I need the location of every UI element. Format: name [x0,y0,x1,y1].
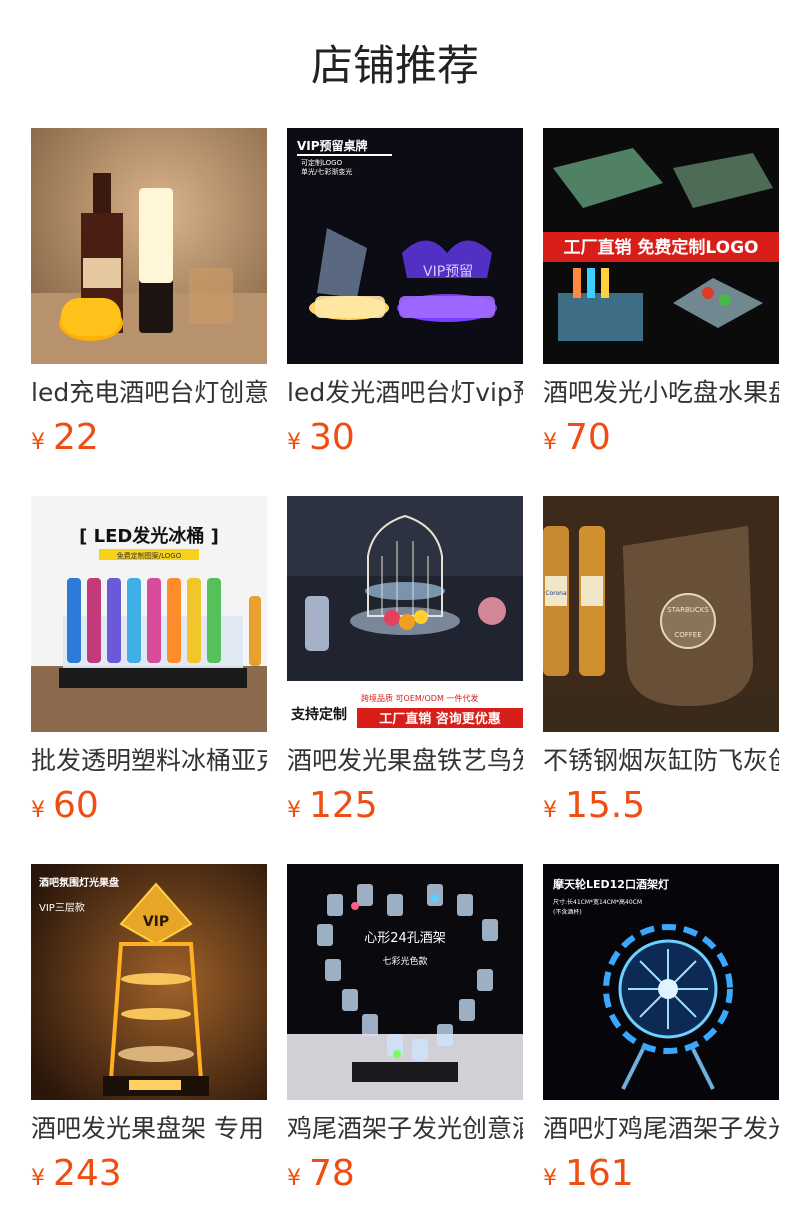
overlay-text: VIP预留 [423,264,473,280]
price-value: 30 [309,417,355,458]
price-value: 60 [53,785,99,826]
product-price: ¥125 [287,782,523,836]
overlay-text: VIP预留桌牌 [297,138,368,153]
currency-symbol: ¥ [31,1166,45,1191]
product-image[interactable]: 心形24孔酒架 七彩光色款 [287,864,523,1100]
currency-symbol: ¥ [543,1166,557,1191]
price-value: 125 [309,785,378,826]
product-card[interactable]: 酒吧氛围灯光果盘 VIP三层款 VIP 酒吧发光果盘架 专用 ¥243 [31,864,267,1204]
product-image[interactable]: Corona STARBUCKS COFFEE [543,496,779,732]
overlay-text: 摩天轮LED12口酒架灯 [553,877,669,891]
product-name[interactable]: 酒吧发光果盘铁艺鸟笼 [287,744,523,778]
product-image[interactable]: 支持定制 跨境品质 可OEM/ODM 一件代发 工厂直销 咨询更优惠 [287,496,523,732]
price-value: 15.5 [565,785,646,826]
product-name[interactable]: led充电酒吧台灯创意 [31,376,267,410]
price-value: 70 [565,417,611,458]
product-image[interactable]: [ LED发光冰桶 ] 免费定制图案/LOGO [31,496,267,732]
product-price: ¥78 [287,1150,523,1204]
product-image[interactable] [31,128,267,364]
product-price: ¥161 [543,1150,779,1204]
product-card[interactable]: 心形24孔酒架 七彩光色款 鸡尾酒架子发光创意酒 ¥78 [287,864,523,1204]
product-image[interactable]: 摩天轮LED12口酒架灯 尺寸:长41CM*宽14CM*高40CM (不含酒杯) [543,864,779,1100]
overlay-text: 七彩光色款 [382,955,427,967]
product-name[interactable]: 酒吧灯鸡尾酒架子发光 [543,1112,779,1146]
currency-symbol: ¥ [31,798,45,823]
overlay-text: 跨境品质 可OEM/ODM 一件代发 [361,693,478,703]
overlay-text: 可定制LOGO [301,158,343,167]
price-value: 22 [53,417,99,458]
page-title: 店铺推荐 [310,41,479,90]
product-name[interactable]: 鸡尾酒架子发光创意酒 [287,1112,523,1146]
currency-symbol: ¥ [543,430,557,455]
product-card[interactable]: Corona STARBUCKS COFFEE 不锈钢烟灰缸防飞灰创 ¥15.5 [543,496,779,836]
product-price: ¥22 [31,414,267,468]
overlay-text: 免费定制图案/LOGO [117,551,182,560]
product-price: ¥30 [287,414,523,468]
product-name[interactable]: 酒吧发光果盘架 专用 [31,1112,267,1146]
product-image[interactable]: VIP预留桌牌 可定制LOGO 单光/七彩渐变光 VIP预留 [287,128,523,364]
currency-symbol: ¥ [31,430,45,455]
overlay-text: 单光/七彩渐变光 [301,167,352,176]
overlay-text: 心形24孔酒架 [364,931,446,946]
overlay-text: Corona [545,590,567,597]
overlay-text: 工厂直销 咨询更优惠 [379,711,501,727]
overlay-text: COFFEE [674,631,701,639]
product-card[interactable]: 工厂直销 免费定制LOGO 酒吧发光小吃盘水果盘 ¥70 [543,128,779,468]
overlay-text: 酒吧氛围灯光果盘 [39,876,119,889]
product-name[interactable]: 不锈钢烟灰缸防飞灰创 [543,744,779,778]
overlay-text: VIP三层款 [39,901,85,914]
product-price: ¥70 [543,414,779,468]
currency-symbol: ¥ [287,430,301,455]
currency-symbol: ¥ [543,798,557,823]
price-value: 243 [53,1153,122,1194]
product-card[interactable]: VIP预留桌牌 可定制LOGO 单光/七彩渐变光 VIP预留 led发光酒吧台灯… [287,128,523,468]
product-card[interactable]: 支持定制 跨境品质 可OEM/ODM 一件代发 工厂直销 咨询更优惠 酒吧发光果… [287,496,523,836]
product-price: ¥15.5 [543,782,779,836]
price-value: 161 [565,1153,634,1194]
overlay-text: 支持定制 [290,706,347,723]
product-name[interactable]: 批发透明塑料冰桶亚克 [31,744,267,778]
currency-symbol: ¥ [287,1166,301,1191]
product-image[interactable]: 工厂直销 免费定制LOGO [543,128,779,364]
product-name[interactable]: led发光酒吧台灯vip预 [287,376,523,410]
overlay-text: 工厂直销 免费定制LOGO [563,237,758,258]
overlay-text: 尺寸:长41CM*宽14CM*高40CM [553,898,642,906]
currency-symbol: ¥ [287,798,301,823]
overlay-text: (不含酒杯) [553,908,582,916]
overlay-text: [ LED发光冰桶 ] [79,525,219,547]
product-card[interactable]: 摩天轮LED12口酒架灯 尺寸:长41CM*宽14CM*高40CM (不含酒杯)… [543,864,779,1204]
overlay-text: STARBUCKS [667,606,709,614]
product-name[interactable]: 酒吧发光小吃盘水果盘 [543,376,779,410]
price-value: 78 [309,1153,355,1194]
product-price: ¥243 [31,1150,267,1204]
product-card[interactable]: led充电酒吧台灯创意 ¥22 [31,128,267,468]
product-image[interactable]: 酒吧氛围灯光果盘 VIP三层款 VIP [31,864,267,1100]
product-price: ¥60 [31,782,267,836]
product-card[interactable]: [ LED发光冰桶 ] 免费定制图案/LOGO 批发透明塑料冰桶亚克 ¥60 [31,496,267,836]
overlay-text: VIP [143,914,169,930]
